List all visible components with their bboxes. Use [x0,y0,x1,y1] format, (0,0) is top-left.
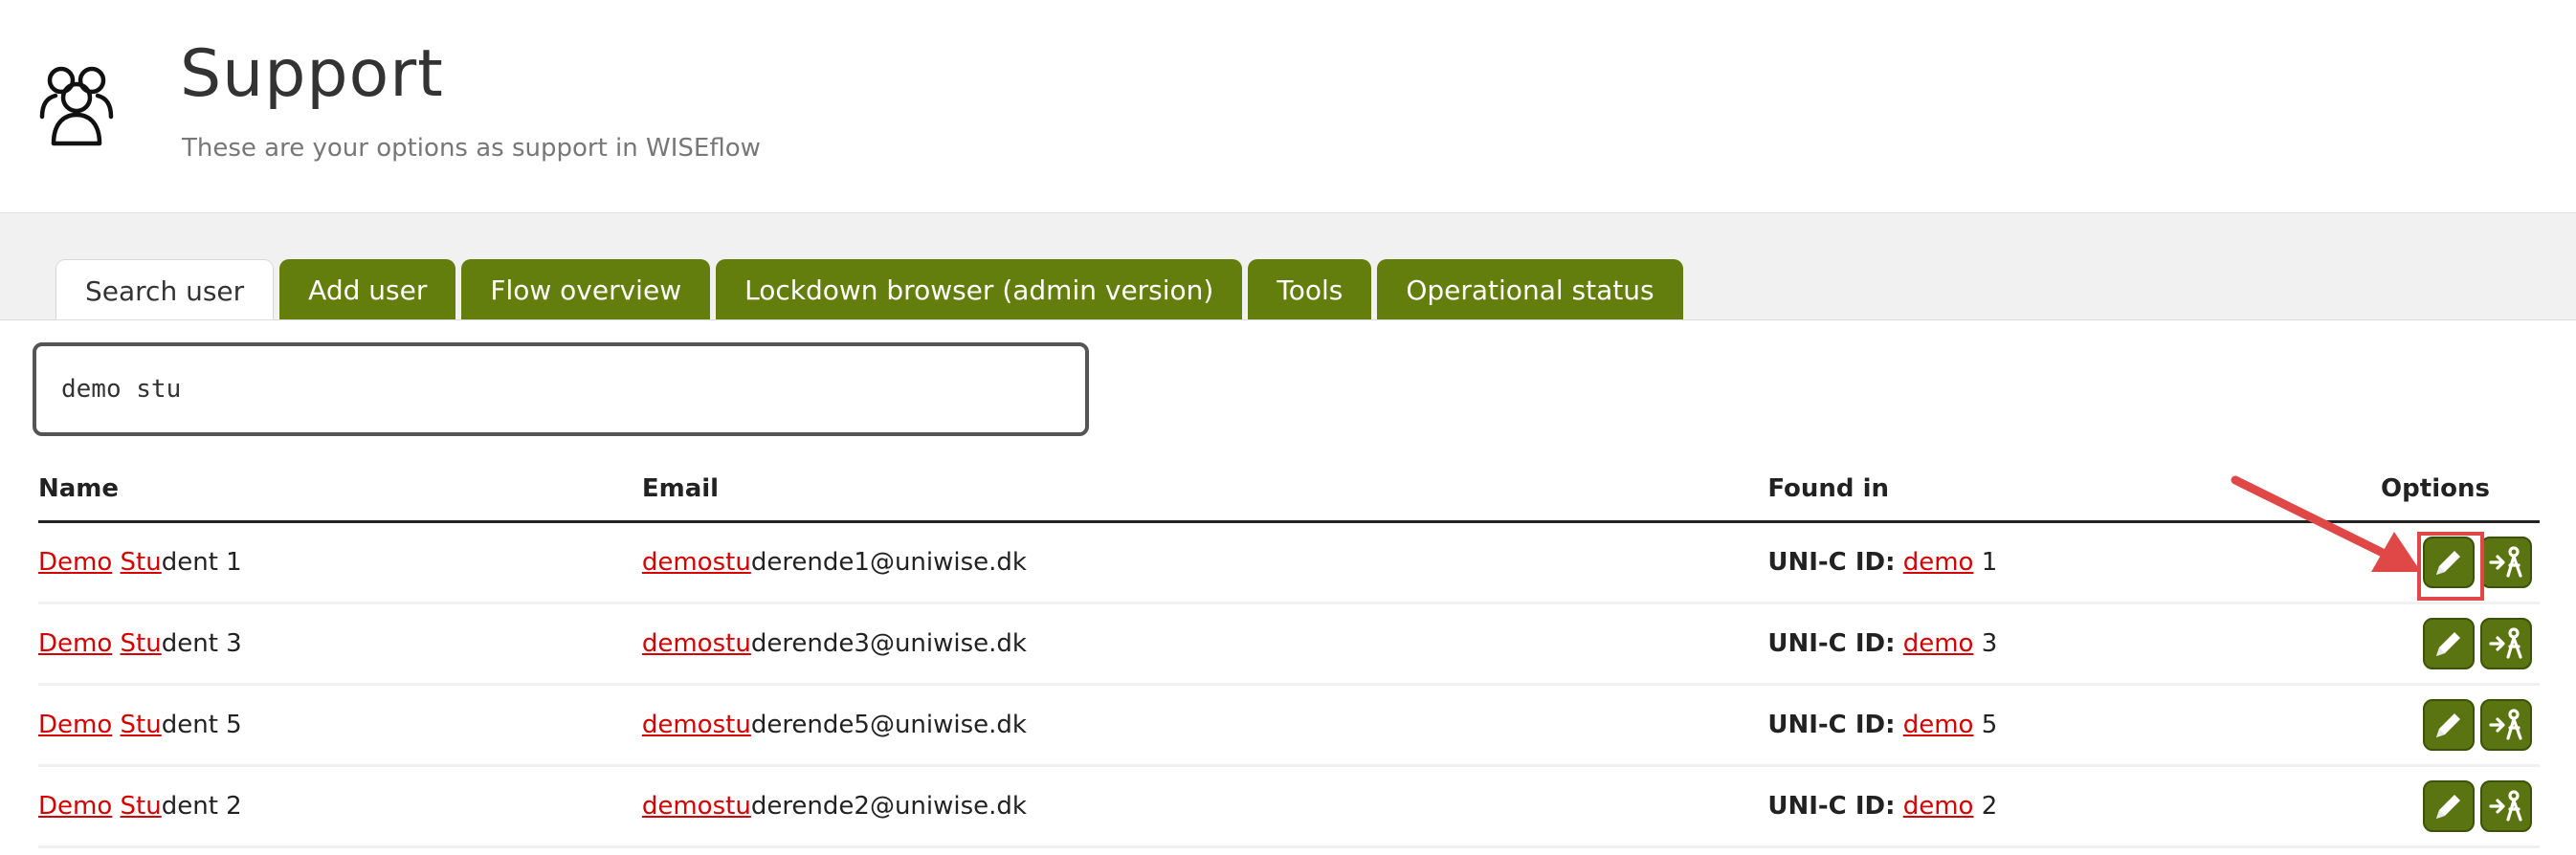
table-row: Demo Student 5 demostuderende5@uniwise.d… [38,686,2540,767]
email-link[interactable]: demostu [642,629,751,658]
email-link[interactable]: demostu [642,711,751,739]
found-in-link[interactable]: demo [1903,711,1974,739]
edit-pencil-icon [2436,713,2461,737]
edit-pencil-icon [2436,632,2461,656]
user-name-link[interactable]: Stu [121,711,162,739]
impersonate-user-button[interactable] [2480,618,2533,669]
search-input[interactable] [33,342,1089,436]
tab-tools[interactable]: Tools [1248,259,1372,320]
user-name-link[interactable]: Stu [121,548,162,577]
users-icon [39,66,114,146]
impersonate-user-icon [2489,790,2522,822]
edit-user-button[interactable] [2423,618,2476,669]
results-table: Name Email Found in Options Demo Student… [38,457,2540,848]
impersonate-user-icon [2489,546,2522,578]
email-link[interactable]: demostu [642,792,751,821]
user-email-cell: demostuderende5@uniwise.dk [641,686,1768,767]
tab-operational-status[interactable]: Operational status [1377,259,1683,320]
found-in-link[interactable]: demo [1903,792,1974,821]
user-email-cell: demostuderende1@uniwise.dk [641,523,1768,604]
user-email-cell: demostuderende3@uniwise.dk [641,604,1768,686]
found-in-label: UNI-C ID: [1767,711,1896,739]
options-cell [2381,604,2540,686]
user-name-cell: Demo Student 1 [38,523,642,604]
column-header-email: Email [641,457,1768,523]
annotation-arrow-icon [2231,475,2421,572]
found-in-cell: UNI-C ID: demo 2 [1767,767,2382,848]
impersonate-user-icon [2489,627,2522,659]
table-row: Demo Student 1 demostuderende1@uniwise.d… [38,523,2540,604]
user-name-link[interactable]: Demo [38,548,112,577]
tab-search-user[interactable]: Search user [56,259,275,321]
found-in-link[interactable]: demo [1903,548,1974,577]
edit-user-button[interactable] [2423,699,2476,751]
user-name-cell: Demo Student 2 [38,767,642,848]
user-email-cell: demostuderende2@uniwise.dk [641,767,1768,848]
user-name-link[interactable]: Demo [38,792,112,821]
user-name-cell: Demo Student 3 [38,604,642,686]
user-name-link[interactable]: Demo [38,629,112,658]
table-row: Demo Student 2 demostuderende2@uniwise.d… [38,767,2540,848]
impersonate-user-button[interactable] [2480,699,2533,751]
impersonate-user-button[interactable] [2480,780,2533,832]
found-in-cell: UNI-C ID: demo 5 [1767,686,2382,767]
options-cell [2381,767,2540,848]
page-subtitle: These are your options as support in WIS… [182,134,761,163]
impersonate-user-icon [2489,709,2522,740]
user-name-link[interactable]: Demo [38,711,112,739]
page-title: Support [180,36,444,112]
tab-bar: Search user Add user Flow overview Lockd… [56,259,1683,321]
column-header-name: Name [38,457,642,523]
page-header: Support These are your options as suppor… [0,0,2576,213]
email-link[interactable]: demostu [642,548,751,577]
table-row: Demo Student 3 demostuderende3@uniwise.d… [38,604,2540,686]
table-header-row: Name Email Found in Options [38,457,2540,523]
tab-add-user[interactable]: Add user [279,259,456,320]
user-name-link[interactable]: Stu [121,792,162,821]
edit-pencil-icon [2436,795,2461,819]
found-in-label: UNI-C ID: [1767,629,1896,658]
user-name-link[interactable]: Stu [121,629,162,658]
found-in-label: UNI-C ID: [1767,792,1896,821]
user-name-cell: Demo Student 5 [38,686,642,767]
edit-user-button[interactable] [2423,780,2476,832]
impersonate-user-button[interactable] [2480,537,2533,588]
options-cell [2381,686,2540,767]
found-in-label: UNI-C ID: [1767,548,1896,577]
found-in-cell: UNI-C ID: demo 3 [1767,604,2382,686]
found-in-link[interactable]: demo [1903,629,1974,658]
tab-flow-overview[interactable]: Flow overview [461,259,711,320]
tab-lockdown-browser[interactable]: Lockdown browser (admin version) [716,259,1243,320]
